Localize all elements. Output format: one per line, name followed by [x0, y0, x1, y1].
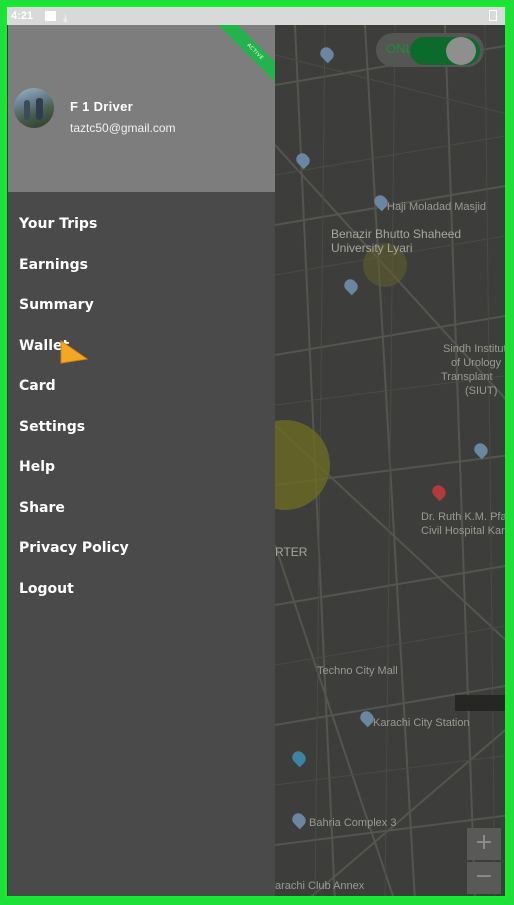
menu-item-your-trips[interactable]: Your Trips — [8, 204, 275, 245]
zoom-out-button[interactable]: − — [467, 862, 501, 894]
avatar-figure — [24, 100, 30, 120]
menu-item-card[interactable]: Card — [8, 366, 275, 407]
menu-item-privacy-policy[interactable]: Privacy Policy — [8, 528, 275, 569]
drawer-header: ACTIVE F 1 Driver taztc50@gmail.com — [8, 23, 275, 192]
menu-item-earnings[interactable]: Earnings — [8, 245, 275, 286]
map-label: of Urology — [451, 357, 502, 369]
online-label: ONL — [386, 41, 413, 56]
map-label: Karachi City Station — [373, 717, 470, 729]
map-label: Dr. Ruth K.M. Pfau — [421, 511, 508, 523]
map-label: University Lyari — [331, 241, 413, 255]
map-label: (SIUT) — [465, 385, 498, 397]
mouse-cursor-icon — [60, 340, 89, 364]
zoom-in-button[interactable]: + — [467, 828, 501, 860]
toggle-knob[interactable] — [446, 37, 476, 65]
map-label: Sindh Institute — [443, 343, 508, 355]
download-icon: ⤓ — [63, 13, 68, 24]
drawer-menu: Your Trips Earnings Summary Wallet Card … — [8, 192, 275, 609]
map-label: RTER — [275, 545, 308, 559]
app-frame: 4:21 ⤓ Haji Moladad Masjid Benazir Bhutt… — [4, 4, 508, 899]
status-bar: 4:21 ⤓ — [7, 7, 505, 25]
notification-icon — [45, 11, 56, 21]
map-roads — [275, 25, 505, 896]
driver-email: taztc50@gmail.com — [70, 121, 176, 135]
battery-icon — [489, 10, 497, 21]
map-label: Civil Hospital Kar... — [421, 525, 508, 537]
driver-name: F 1 Driver — [70, 99, 133, 114]
map-label: arachi Club Annex — [275, 880, 365, 892]
menu-item-share[interactable]: Share — [8, 488, 275, 529]
menu-item-help[interactable]: Help — [8, 447, 275, 488]
map-label: Benazir Bhutto Shaheed — [331, 227, 462, 241]
map-label: Techno City Mall — [317, 665, 398, 677]
map-label: Bahria Complex 3 — [309, 817, 397, 829]
map-label: Transplant — [441, 371, 493, 383]
online-toggle[interactable]: ONL — [376, 33, 484, 67]
status-ribbon: ACTIVE — [214, 23, 275, 93]
menu-item-summary[interactable]: Summary — [8, 285, 275, 326]
menu-item-settings[interactable]: Settings — [8, 407, 275, 448]
map-view[interactable]: Haji Moladad Masjid Benazir Bhutto Shahe… — [275, 25, 508, 896]
avatar[interactable] — [14, 88, 54, 128]
map-label: Haji Moladad Masjid — [387, 201, 487, 213]
menu-item-logout[interactable]: Logout — [8, 569, 275, 610]
status-time: 4:21 — [11, 10, 34, 22]
navigation-drawer: ACTIVE F 1 Driver taztc50@gmail.com Your… — [8, 23, 275, 896]
menu-item-wallet[interactable]: Wallet — [8, 326, 275, 367]
avatar-figure — [36, 98, 43, 120]
